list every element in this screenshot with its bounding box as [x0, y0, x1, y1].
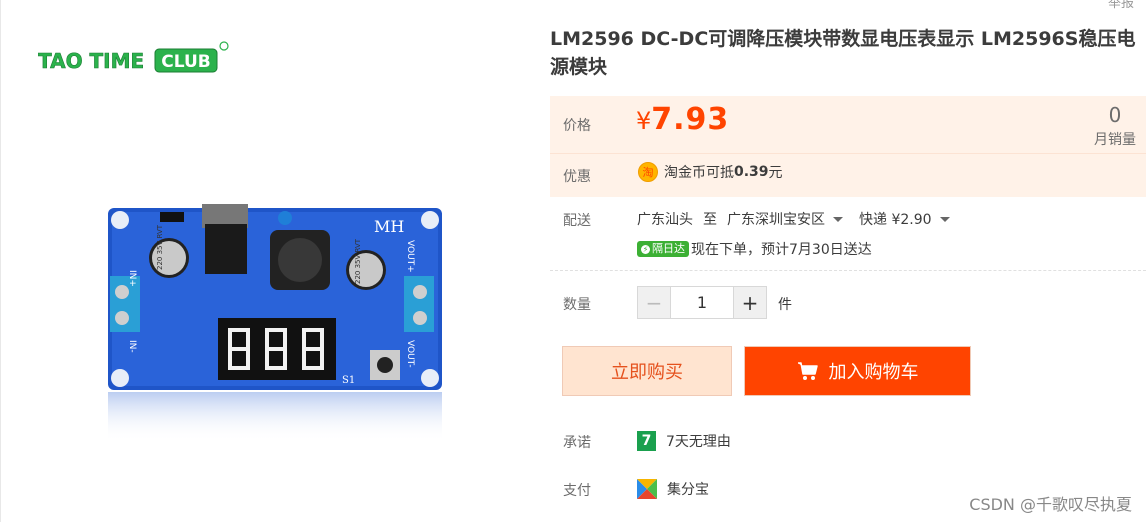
chevron-down-icon[interactable]: [833, 216, 843, 222]
quantity-stepper: − 1 +: [637, 286, 767, 319]
promise-label: 承诺: [563, 435, 591, 451]
jifenbao-icon: [637, 479, 657, 499]
cap-label-left: 220 35V RVT: [156, 224, 164, 270]
ship-from: 广东汕头: [637, 212, 693, 228]
ship-to-word: 至: [703, 212, 717, 228]
promo-info: 淘 淘金币可抵 0.39 元: [638, 162, 783, 182]
cart-icon: [797, 362, 818, 380]
board-vout-minus: VOUT-: [405, 340, 415, 368]
ship-to-select[interactable]: 广东深圳宝安区: [727, 209, 825, 229]
product-title: LM2596 DC-DC可调降压模块带数显电压表显示 LM2596S稳压电源模块: [550, 28, 1136, 78]
shipping-label: 配送: [563, 213, 591, 229]
delivery-text: 现在下单，预计7月30日送达: [691, 242, 872, 258]
next-day-badge-text: 隔日达: [652, 242, 685, 255]
quantity-label: 数量: [563, 297, 591, 313]
board-vout-plus: VOUT+: [405, 240, 415, 273]
price-number: 7.93: [651, 102, 730, 137]
promo-unit: 元: [768, 165, 783, 181]
add-to-cart-button[interactable]: 加入购物车: [744, 346, 971, 396]
currency-symbol: ¥: [636, 107, 652, 135]
divider: [550, 270, 1146, 271]
promo-divider: [550, 153, 1146, 154]
board-in-plus: IN+: [127, 270, 137, 287]
promo-label: 优惠: [563, 169, 591, 185]
sales-count: 0: [1108, 103, 1122, 127]
promise-text: 7天无理由: [666, 434, 731, 450]
next-day-badge: ⚡ 隔日达: [637, 241, 689, 257]
csdn-watermark: CSDN @千歌叹尽执夏: [969, 495, 1132, 514]
payment-label: 支付: [563, 483, 591, 499]
quantity-unit: 件: [778, 297, 792, 313]
add-to-cart-label: 加入购物车: [828, 362, 919, 383]
quantity-increase-button[interactable]: +: [733, 286, 767, 319]
taojinbi-coin-icon: 淘: [638, 162, 658, 182]
price-value: ¥7.93: [636, 102, 729, 137]
chevron-down-icon[interactable]: [939, 216, 950, 222]
promo-amount: 0.39: [734, 164, 769, 180]
sales-label: 月销量: [1094, 132, 1136, 148]
shipping-info: 广东汕头 至 广东深圳宝安区 快递 ¥2.90: [637, 209, 966, 229]
left-border: [0, 0, 1, 522]
seven-day-return-icon: 7: [637, 431, 656, 451]
promo-text: 淘金币可抵: [664, 165, 734, 181]
buy-now-button[interactable]: 立即购买: [562, 346, 732, 396]
price-label: 价格: [563, 118, 591, 134]
logo-text-a: TAO TIME: [38, 49, 144, 73]
board-in-minus: IN-: [127, 340, 137, 353]
monthly-sales: 0 月销量: [1094, 103, 1136, 149]
report-link[interactable]: 举报: [1108, 0, 1134, 11]
logo-text-b: CLUB: [161, 52, 210, 72]
promise-info[interactable]: 7 7天无理由: [637, 431, 731, 451]
quantity-input[interactable]: 1: [671, 286, 733, 319]
ship-method-select[interactable]: 快递 ¥2.90: [859, 209, 932, 229]
payment-text: 集分宝: [667, 482, 709, 498]
cap-label-right: 220 35V RVT: [354, 238, 362, 284]
product-image: 220 35V RVT 220 35V RVT MH IN+ IN- VOUT+…: [108, 204, 442, 442]
payment-info: 集分宝: [637, 479, 709, 499]
delivery-estimate: ⚡ 隔日达 现在下单，预计7月30日送达: [637, 239, 872, 259]
board-mh-label: MH: [374, 217, 404, 236]
board-s1-label: S1: [342, 375, 355, 386]
store-logo[interactable]: TAO TIME CLUB: [38, 38, 238, 78]
quantity-decrease-button[interactable]: −: [637, 286, 671, 319]
price-panel: 价格 ¥7.93 0 月销量 优惠 淘 淘金币可抵 0.39 元: [550, 96, 1146, 197]
bolt-icon: ⚡: [641, 244, 650, 254]
